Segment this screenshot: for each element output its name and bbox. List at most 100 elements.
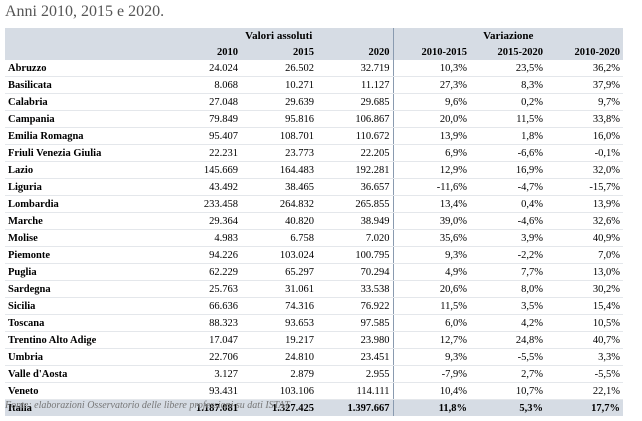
- cell-value: -4,6%: [470, 212, 546, 230]
- cell-value: 23.980: [317, 331, 393, 349]
- cell-value: 0,2%: [470, 93, 546, 111]
- cell-value: 17,7%: [546, 399, 623, 416]
- table-row: Liguria 43.492 38.465 36.657 -11,6% -4,7% -15,…: [5, 178, 623, 196]
- cell-value: 10,4%: [392, 382, 470, 400]
- region-name: Umbria: [5, 348, 165, 366]
- region-name: Piemonte: [5, 246, 165, 264]
- cell-value: 108.701: [241, 127, 317, 145]
- cell-value: 16,9%: [470, 161, 546, 179]
- table-row: Lazio 145.669 164.483 192.281 12,9% 16,9% 32,0…: [5, 161, 623, 179]
- table-row: Piemonte 94.226 103.024 100.795 9,3% -2,2% 7,0…: [5, 246, 623, 264]
- table-row: Veneto 93.431 103.106 114.111 10,4% 10,7% 22,1…: [5, 382, 623, 400]
- cell-value: 9,3%: [392, 246, 470, 264]
- cell-value: 6.758: [241, 229, 317, 247]
- cell-value: 23.773: [241, 144, 317, 162]
- cell-value: -0,1%: [546, 144, 623, 162]
- table-caption: Anni 2010, 2015 e 2020.: [5, 3, 165, 20]
- cell-value: 17.047: [165, 331, 241, 349]
- cell-value: -7,9%: [392, 365, 470, 383]
- cell-value: 7.020: [317, 229, 393, 247]
- cell-value: 12,7%: [392, 331, 470, 349]
- table-row: Emilia Romagna 95.407 108.701 110.672 13,9% 1…: [5, 127, 623, 145]
- cell-value: 8.068: [165, 76, 241, 94]
- cell-value: 25.763: [165, 280, 241, 298]
- cell-value: 93.431: [165, 382, 241, 400]
- table-row: Puglia 62.229 65.297 70.294 4,9% 7,7% 13,0%: [5, 263, 623, 281]
- region-name: Toscana: [5, 314, 165, 332]
- column-header: 2010-2015: [392, 44, 470, 60]
- group-header-variation: Variazione: [392, 28, 623, 44]
- cell-value: 76.922: [317, 297, 393, 315]
- cell-value: 4.983: [165, 229, 241, 247]
- column-header-row: 2010 2015 2020 2010-2015 2015-2020 2010-…: [5, 44, 623, 60]
- region-name: Friuli Venezia Giulia: [5, 144, 165, 162]
- table-row: Lombardia 233.458 264.832 265.855 13,4% 0,4% 1…: [5, 195, 623, 213]
- cell-value: 8,0%: [470, 280, 546, 298]
- table-row: Toscana 88.323 93.653 97.585 6,0% 4,2% 10,5%: [5, 314, 623, 332]
- cell-value: 40,9%: [546, 229, 623, 247]
- cell-value: 106.867: [317, 110, 393, 128]
- region-name: Sicilia: [5, 297, 165, 315]
- cell-value: 37,9%: [546, 76, 623, 94]
- cell-value: 38.465: [241, 178, 317, 196]
- cell-value: 27,3%: [392, 76, 470, 94]
- cell-value: 10,3%: [392, 60, 470, 77]
- cell-value: 24,8%: [470, 331, 546, 349]
- cell-value: 10.271: [241, 76, 317, 94]
- cell-value: -6,6%: [470, 144, 546, 162]
- cell-value: 93.653: [241, 314, 317, 332]
- cell-value: -5,5%: [470, 348, 546, 366]
- cell-value: 26.502: [241, 60, 317, 77]
- cell-value: 3,9%: [470, 229, 546, 247]
- cell-value: 9,3%: [392, 348, 470, 366]
- cell-value: 6,0%: [392, 314, 470, 332]
- cell-value: 13,9%: [392, 127, 470, 145]
- cell-value: 8,3%: [470, 76, 546, 94]
- column-header: 2015: [241, 44, 317, 60]
- cell-value: 6,9%: [392, 144, 470, 162]
- cell-value: 10,5%: [546, 314, 623, 332]
- group-header-absolute: Valori assoluti: [165, 28, 393, 44]
- cell-value: 22.205: [317, 144, 393, 162]
- cell-value: 2,7%: [470, 365, 546, 383]
- cell-value: 233.458: [165, 195, 241, 213]
- cell-value: 114.111: [317, 382, 393, 400]
- cell-value: 94.226: [165, 246, 241, 264]
- cell-value: 22,1%: [546, 382, 623, 400]
- cell-value: 9,6%: [392, 93, 470, 111]
- cell-value: 32,6%: [546, 212, 623, 230]
- cell-value: 40.820: [241, 212, 317, 230]
- cell-value: 95.816: [241, 110, 317, 128]
- table-row: Sardegna 25.763 31.061 33.538 20,6% 8,0% 30,2%: [5, 280, 623, 298]
- cell-value: 29.685: [317, 93, 393, 111]
- table-row: Valle d'Aosta 3.127 2.879 2.955 -7,9% 2,7% -5,…: [5, 365, 623, 383]
- cell-value: 4,2%: [470, 314, 546, 332]
- cell-value: 70.294: [317, 263, 393, 281]
- cell-value: 110.672: [317, 127, 393, 145]
- group-header-row: Valori assoluti Variazione: [5, 28, 623, 44]
- table-row: Friuli Venezia Giulia 22.231 23.773 22.205 6…: [5, 144, 623, 162]
- cell-value: 74.316: [241, 297, 317, 315]
- cell-value: 13,9%: [546, 195, 623, 213]
- cell-value: 12,9%: [392, 161, 470, 179]
- table-row: Umbria 22.706 24.810 23.451 9,3% -5,5% 3,3%: [5, 348, 623, 366]
- header-blank: [5, 44, 165, 60]
- cell-value: 27.048: [165, 93, 241, 111]
- cell-value: 33.538: [317, 280, 393, 298]
- header-blank: [5, 28, 165, 44]
- source-note: Fonte: elaborazioni Osservatorio delle l…: [5, 400, 290, 411]
- table-row: Marche 29.364 40.820 38.949 39,0% -4,6% 32,6%: [5, 212, 623, 230]
- cell-value: 29.639: [241, 93, 317, 111]
- region-name: Sardegna: [5, 280, 165, 298]
- cell-value: -11,6%: [392, 178, 470, 196]
- cell-value: 32,0%: [546, 161, 623, 179]
- cell-value: -5,5%: [546, 365, 623, 383]
- cell-value: 88.323: [165, 314, 241, 332]
- cell-value: 0,4%: [470, 195, 546, 213]
- cell-value: 11,8%: [392, 399, 470, 416]
- region-name: Liguria: [5, 178, 165, 196]
- table-row: Calabria 27.048 29.639 29.685 9,6% 0,2% 9,7%: [5, 93, 623, 111]
- cell-value: 65.297: [241, 263, 317, 281]
- region-name: Emilia Romagna: [5, 127, 165, 145]
- cell-value: 11.127: [317, 76, 393, 94]
